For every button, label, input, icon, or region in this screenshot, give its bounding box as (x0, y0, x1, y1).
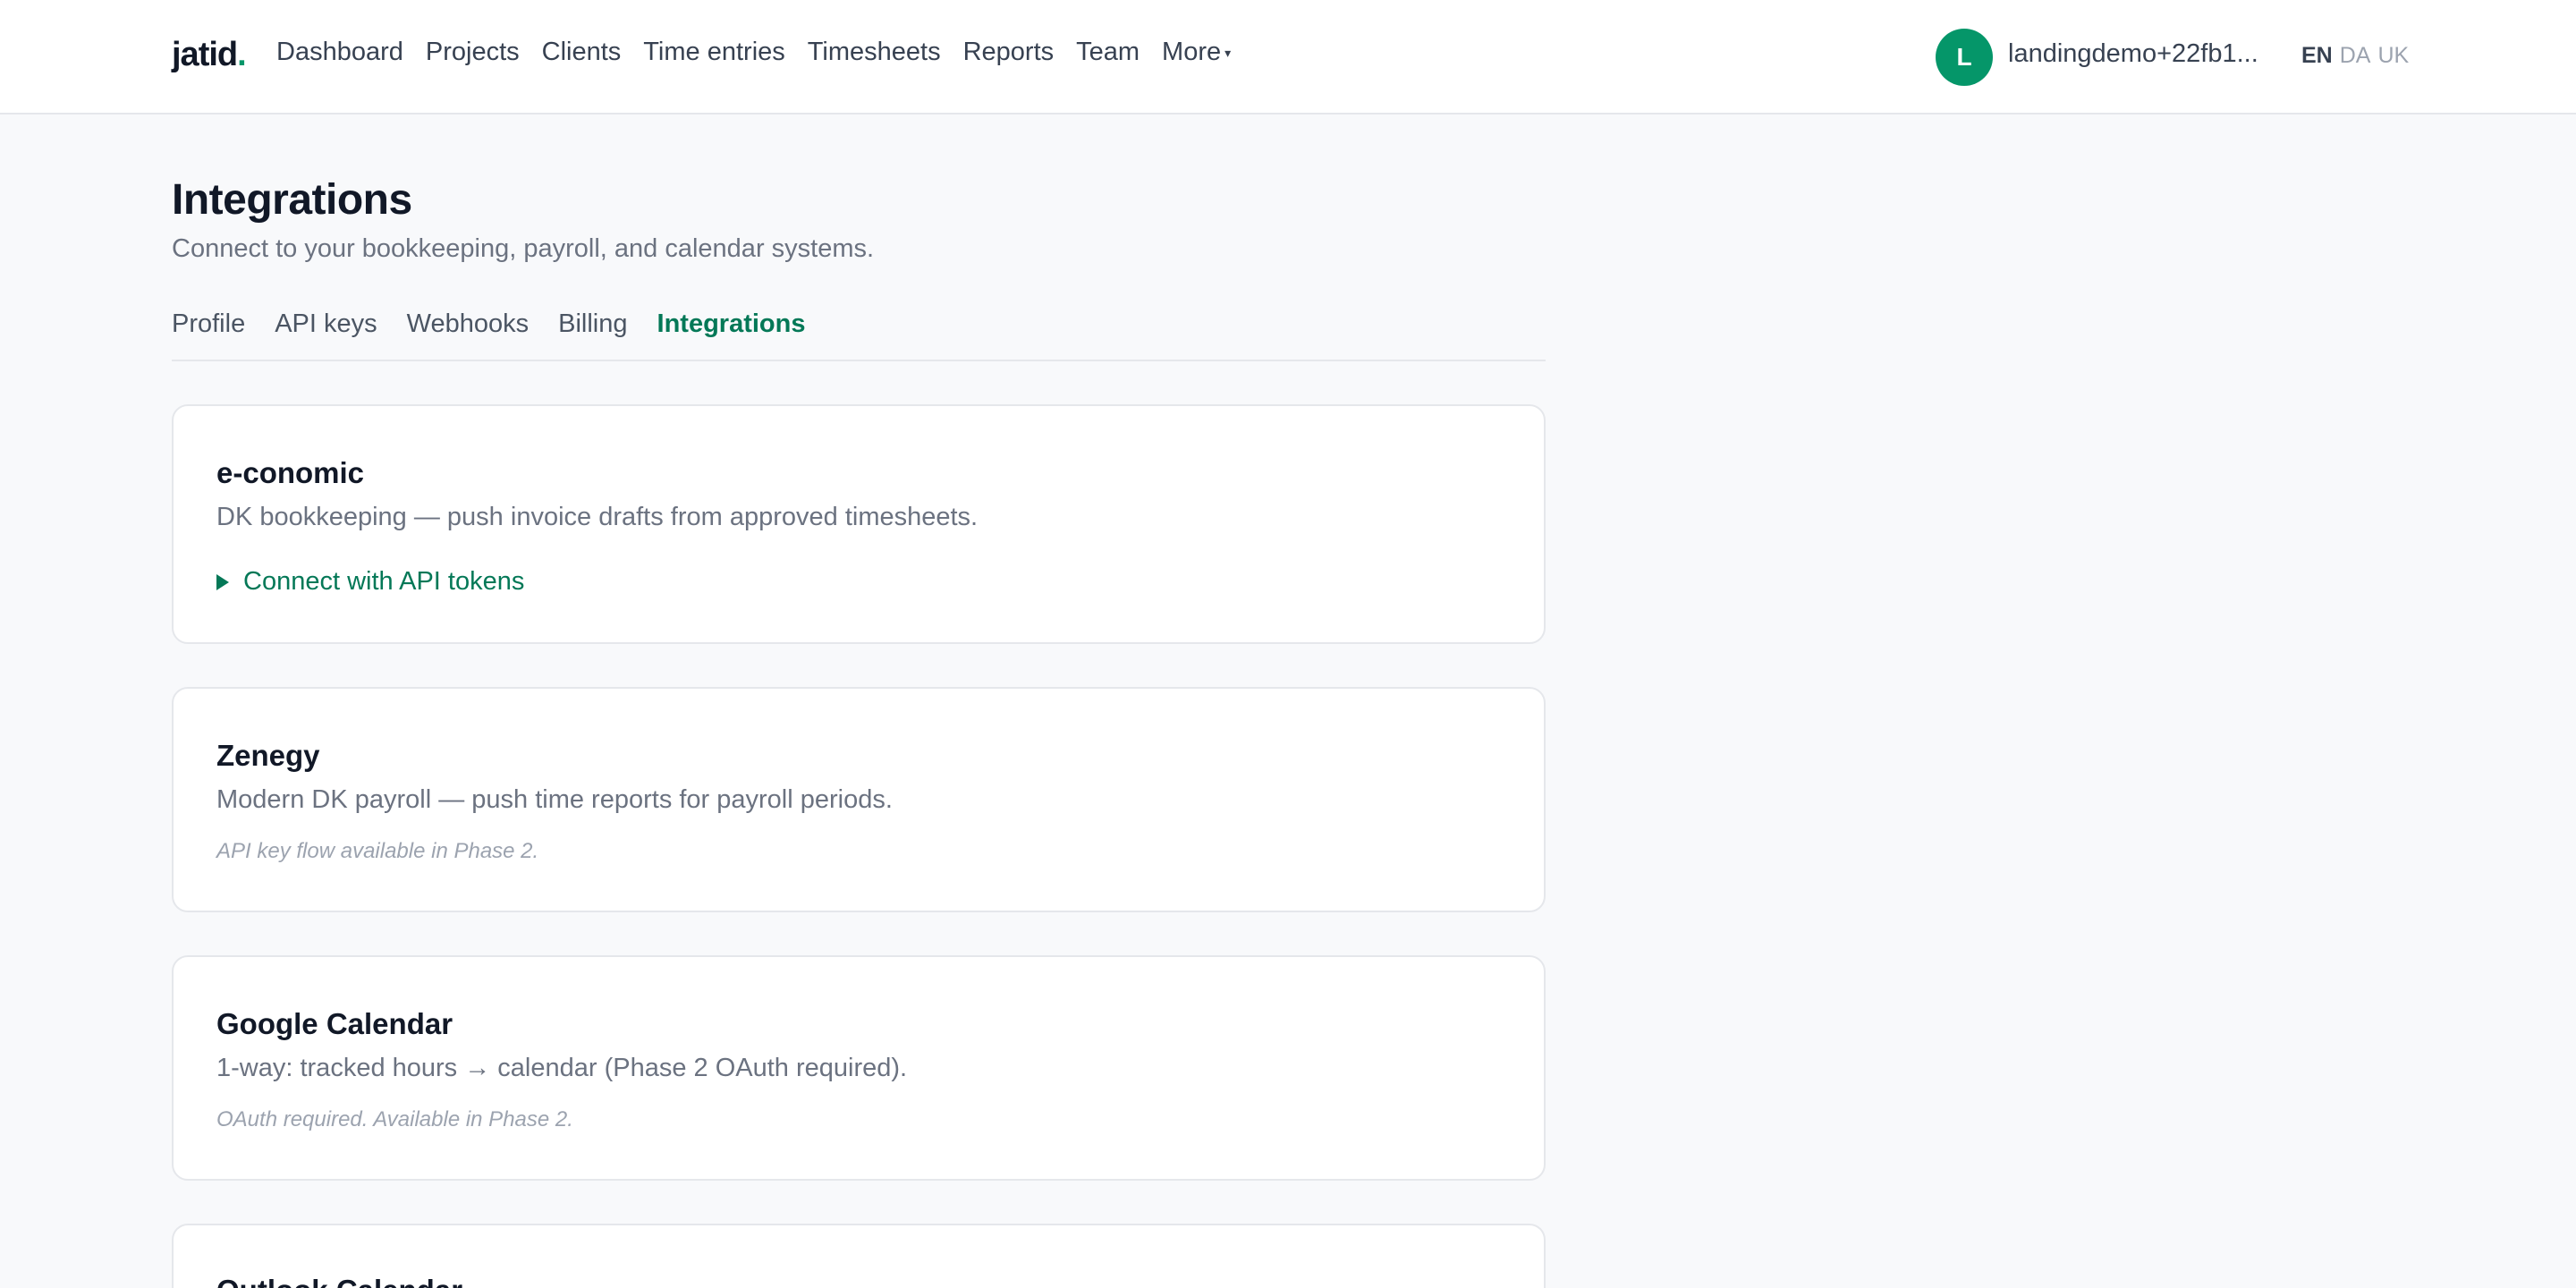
main-nav: Dashboard Projects Clients Time entries … (276, 38, 1253, 67)
tab-profile[interactable]: Profile (172, 309, 245, 360)
tab-webhooks[interactable]: Webhooks (407, 309, 530, 360)
integration-title: Outlook Calendar (216, 1274, 462, 1288)
nav-team[interactable]: Team (1076, 38, 1140, 67)
integration-card-zenegy: Zenegy Modern DK payroll — push time rep… (172, 687, 1546, 912)
logo[interactable]: jatid. (172, 36, 247, 74)
nav-time-entries[interactable]: Time entries (643, 38, 784, 67)
nav-more-label: More (1162, 38, 1222, 66)
tab-api-keys[interactable]: API keys (275, 309, 377, 360)
nav-dashboard[interactable]: Dashboard (276, 38, 403, 67)
nav-more-dropdown[interactable]: More ▾ (1162, 38, 1231, 67)
language-switcher: EN DA UK (2301, 43, 2409, 69)
integration-title: e-conomic (216, 456, 365, 489)
integration-note: API key flow available in Phase 2. (216, 839, 539, 863)
settings-tabs: Profile API keys Webhooks Billing Integr… (172, 309, 1546, 361)
logo-dot: . (237, 36, 247, 73)
integration-card-google-calendar: Google Calendar 1-way: tracked hours → c… (172, 955, 1546, 1181)
integration-note: OAuth required. Available in Phase 2. (216, 1107, 573, 1131)
integration-description: Modern DK payroll — push time reports fo… (216, 785, 893, 814)
nav-projects[interactable]: Projects (426, 38, 520, 67)
logo-text: jatid (172, 36, 238, 73)
integration-description: 1-way: tracked hours → calendar (Phase 2… (216, 1054, 908, 1082)
language-uk[interactable]: UK (2377, 43, 2409, 69)
integration-description: DK bookkeeping — push invoice drafts fro… (216, 503, 979, 531)
connect-api-tokens-toggle[interactable]: Connect with API tokens (216, 567, 524, 597)
language-da[interactable]: DA (2340, 43, 2371, 69)
avatar[interactable]: L (1936, 29, 1993, 86)
page-title: Integrations (172, 176, 412, 224)
integration-title: Zenegy (216, 739, 320, 772)
disclosure-triangle-icon (216, 573, 229, 590)
tab-billing[interactable]: Billing (558, 309, 627, 360)
language-en[interactable]: EN (2301, 43, 2333, 69)
chevron-down-icon: ▾ (1224, 45, 1232, 60)
connect-api-tokens-label: Connect with API tokens (243, 567, 525, 596)
user-menu-name[interactable]: landingdemo+22fb1... (2008, 39, 2258, 69)
top-navigation-bar: jatid. Dashboard Projects Clients Time e… (0, 0, 2576, 114)
integration-title: Google Calendar (216, 1007, 453, 1040)
nav-clients[interactable]: Clients (542, 38, 622, 67)
integration-card-economic: e-conomic DK bookkeeping — push invoice … (172, 404, 1546, 644)
page-subtitle: Connect to your bookkeeping, payroll, an… (172, 234, 875, 263)
nav-reports[interactable]: Reports (963, 38, 1055, 67)
nav-timesheets[interactable]: Timesheets (808, 38, 941, 67)
tab-integrations[interactable]: Integrations (657, 309, 806, 360)
integration-card-outlook-calendar: Outlook Calendar (172, 1224, 1546, 1288)
